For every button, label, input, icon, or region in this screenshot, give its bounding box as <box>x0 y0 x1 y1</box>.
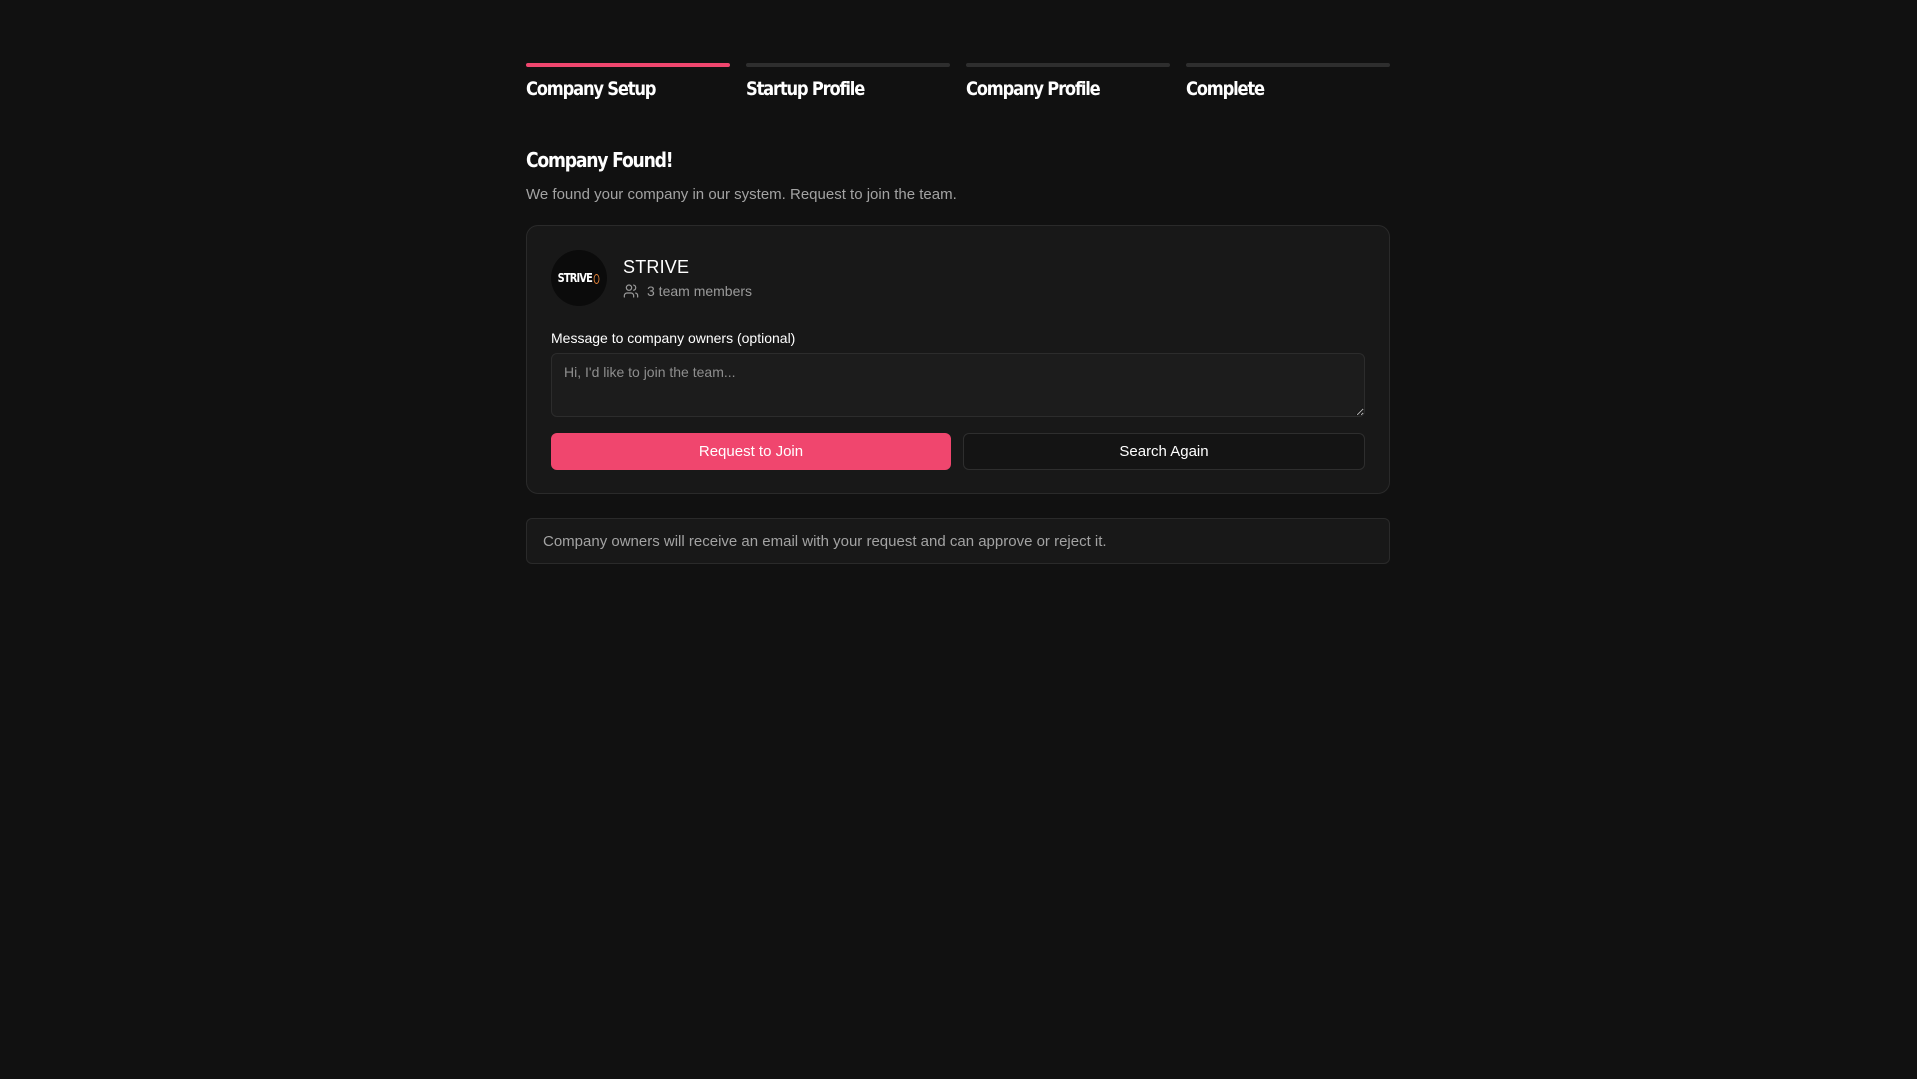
info-note-text: Company owners will receive an email wit… <box>543 532 1107 550</box>
step-company-setup[interactable]: Company Setup <box>526 63 730 100</box>
company-info: STRIVE 3 team members <box>623 257 752 299</box>
progress-stepper: Company Setup Startup Profile Company Pr… <box>526 63 1390 100</box>
page-title: Company Found! <box>526 148 674 172</box>
action-buttons: Request to Join Search Again <box>551 433 1365 470</box>
company-name: STRIVE <box>623 257 690 277</box>
company-logo: STRIVE <box>551 250 607 306</box>
step-company-profile[interactable]: Company Profile <box>966 63 1170 100</box>
team-members-count: 3 team members <box>623 283 752 299</box>
step-progress-bar <box>526 63 730 67</box>
users-icon <box>623 284 639 298</box>
message-textarea[interactable] <box>551 353 1365 417</box>
onboarding-container: Company Setup Startup Profile Company Pr… <box>526 63 1390 564</box>
request-to-join-button[interactable]: Request to Join <box>551 433 951 470</box>
step-progress-bar <box>746 63 950 67</box>
info-note: Company owners will receive an email wit… <box>526 518 1390 564</box>
step-label: Complete <box>1186 78 1265 100</box>
logo-mark-icon <box>594 273 600 284</box>
step-progress-bar <box>966 63 1170 67</box>
page-subtitle: We found your company in our system. Req… <box>526 186 957 203</box>
search-again-button[interactable]: Search Again <box>963 433 1365 470</box>
company-logo-text: STRIVE <box>558 271 600 285</box>
step-complete[interactable]: Complete <box>1186 63 1390 100</box>
step-startup-profile[interactable]: Startup Profile <box>746 63 950 100</box>
step-label: Company Profile <box>966 78 1101 100</box>
team-members-text: 3 team members <box>647 283 753 299</box>
step-label: Startup Profile <box>746 78 865 100</box>
step-label: Company Setup <box>526 78 656 100</box>
company-header: STRIVE STRIVE 3 team members <box>551 250 1365 306</box>
message-label: Message to company owners (optional) <box>551 330 796 346</box>
step-progress-bar <box>1186 63 1390 67</box>
company-card: STRIVE STRIVE 3 team members Message to … <box>526 225 1390 494</box>
